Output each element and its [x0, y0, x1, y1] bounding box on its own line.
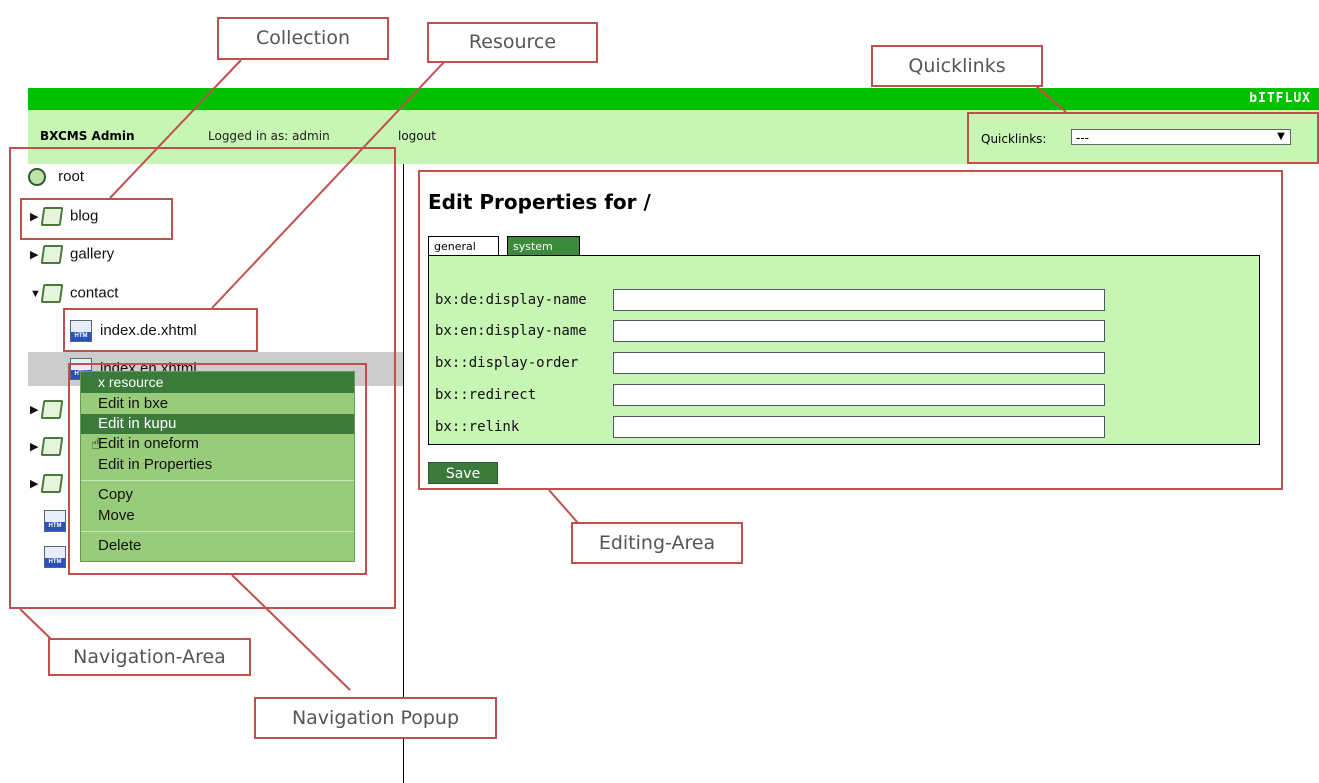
callout-resource: Resource	[427, 22, 598, 63]
callout-navigation-popup: Navigation Popup	[254, 697, 497, 739]
callout-collection: Collection	[217, 17, 389, 60]
callout-editing-area: Editing-Area	[571, 522, 743, 564]
callout-navigation-area: Navigation-Area	[48, 638, 251, 676]
callout-quicklinks: Quicklinks	[871, 45, 1043, 87]
